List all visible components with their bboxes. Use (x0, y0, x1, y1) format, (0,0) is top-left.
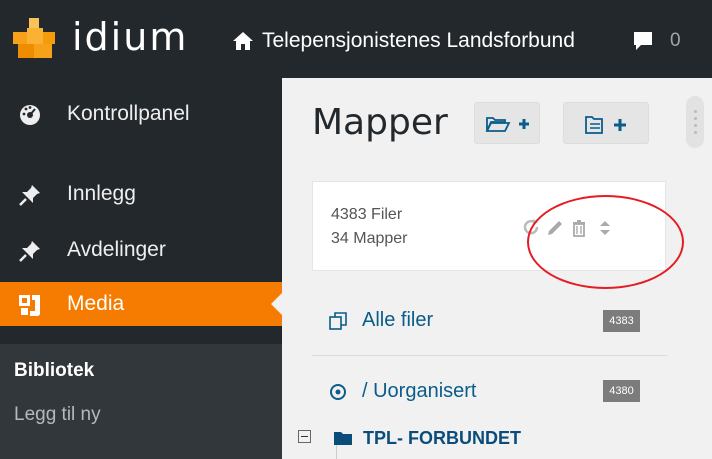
folder-label: Alle filer (362, 309, 434, 331)
folder-label: TPL- FORBUNDET (363, 428, 521, 448)
count-badge: 4383 (603, 310, 640, 332)
sidebar-item-label: Avdelinger (67, 238, 166, 261)
target-circle-icon (328, 382, 348, 402)
collapse-toggle[interactable] (298, 430, 311, 443)
add-subfolder-button[interactable] (563, 102, 649, 144)
media-icon (18, 293, 42, 317)
pin-icon (18, 183, 42, 207)
copy-files-icon (328, 311, 348, 331)
idium-logo-icon[interactable] (10, 14, 58, 62)
sidebar-item-media[interactable]: Media (0, 282, 282, 326)
folder-tree-plus-icon (585, 116, 626, 134)
divider (312, 355, 668, 356)
red-highlight-circle (527, 195, 684, 289)
add-folder-button[interactable] (474, 102, 540, 144)
comment-count[interactable]: 0 (670, 30, 681, 52)
tree-connector (336, 445, 337, 459)
brand-name[interactable]: idium (72, 15, 188, 59)
file-count: 4383 Filer (331, 206, 403, 223)
pin-icon (18, 239, 42, 263)
comment-icon[interactable] (632, 30, 654, 52)
page-title: Mapper (312, 102, 448, 143)
sidebar-item-innlegg[interactable]: Innlegg (0, 172, 282, 216)
sidebar-item-label: Kontrollpanel (67, 102, 190, 125)
admin-sidebar: Kontrollpanel Innlegg Avdelinger Media B… (0, 78, 282, 459)
folder-count: 34 Mapper (331, 230, 408, 247)
dashboard-icon (18, 103, 42, 127)
site-name-link[interactable]: Telepensjonistenes Landsforbund (262, 29, 575, 53)
sidebar-item-kontrollpanel[interactable]: Kontrollpanel (0, 92, 282, 136)
submenu-item-bibliotek[interactable]: Bibliotek (14, 360, 94, 382)
sidebar-item-avdelinger[interactable]: Avdelinger (0, 228, 282, 272)
panel-resize-handle[interactable] (686, 96, 704, 148)
folder-icon (333, 430, 353, 446)
submenu-item-legg-til-ny[interactable]: Legg til ny (14, 404, 101, 426)
sidebar-item-label: Media (67, 292, 125, 315)
folder-plus-icon (485, 117, 529, 132)
count-badge: 4380 (603, 380, 640, 402)
folder-label: / Uorganisert (362, 380, 477, 402)
media-submenu: Bibliotek Legg til ny (0, 344, 282, 459)
admin-bar: idium Telepensjonistenes Landsforbund 0 (0, 0, 712, 78)
sidebar-item-label: Innlegg (67, 182, 136, 205)
home-icon (232, 30, 254, 52)
